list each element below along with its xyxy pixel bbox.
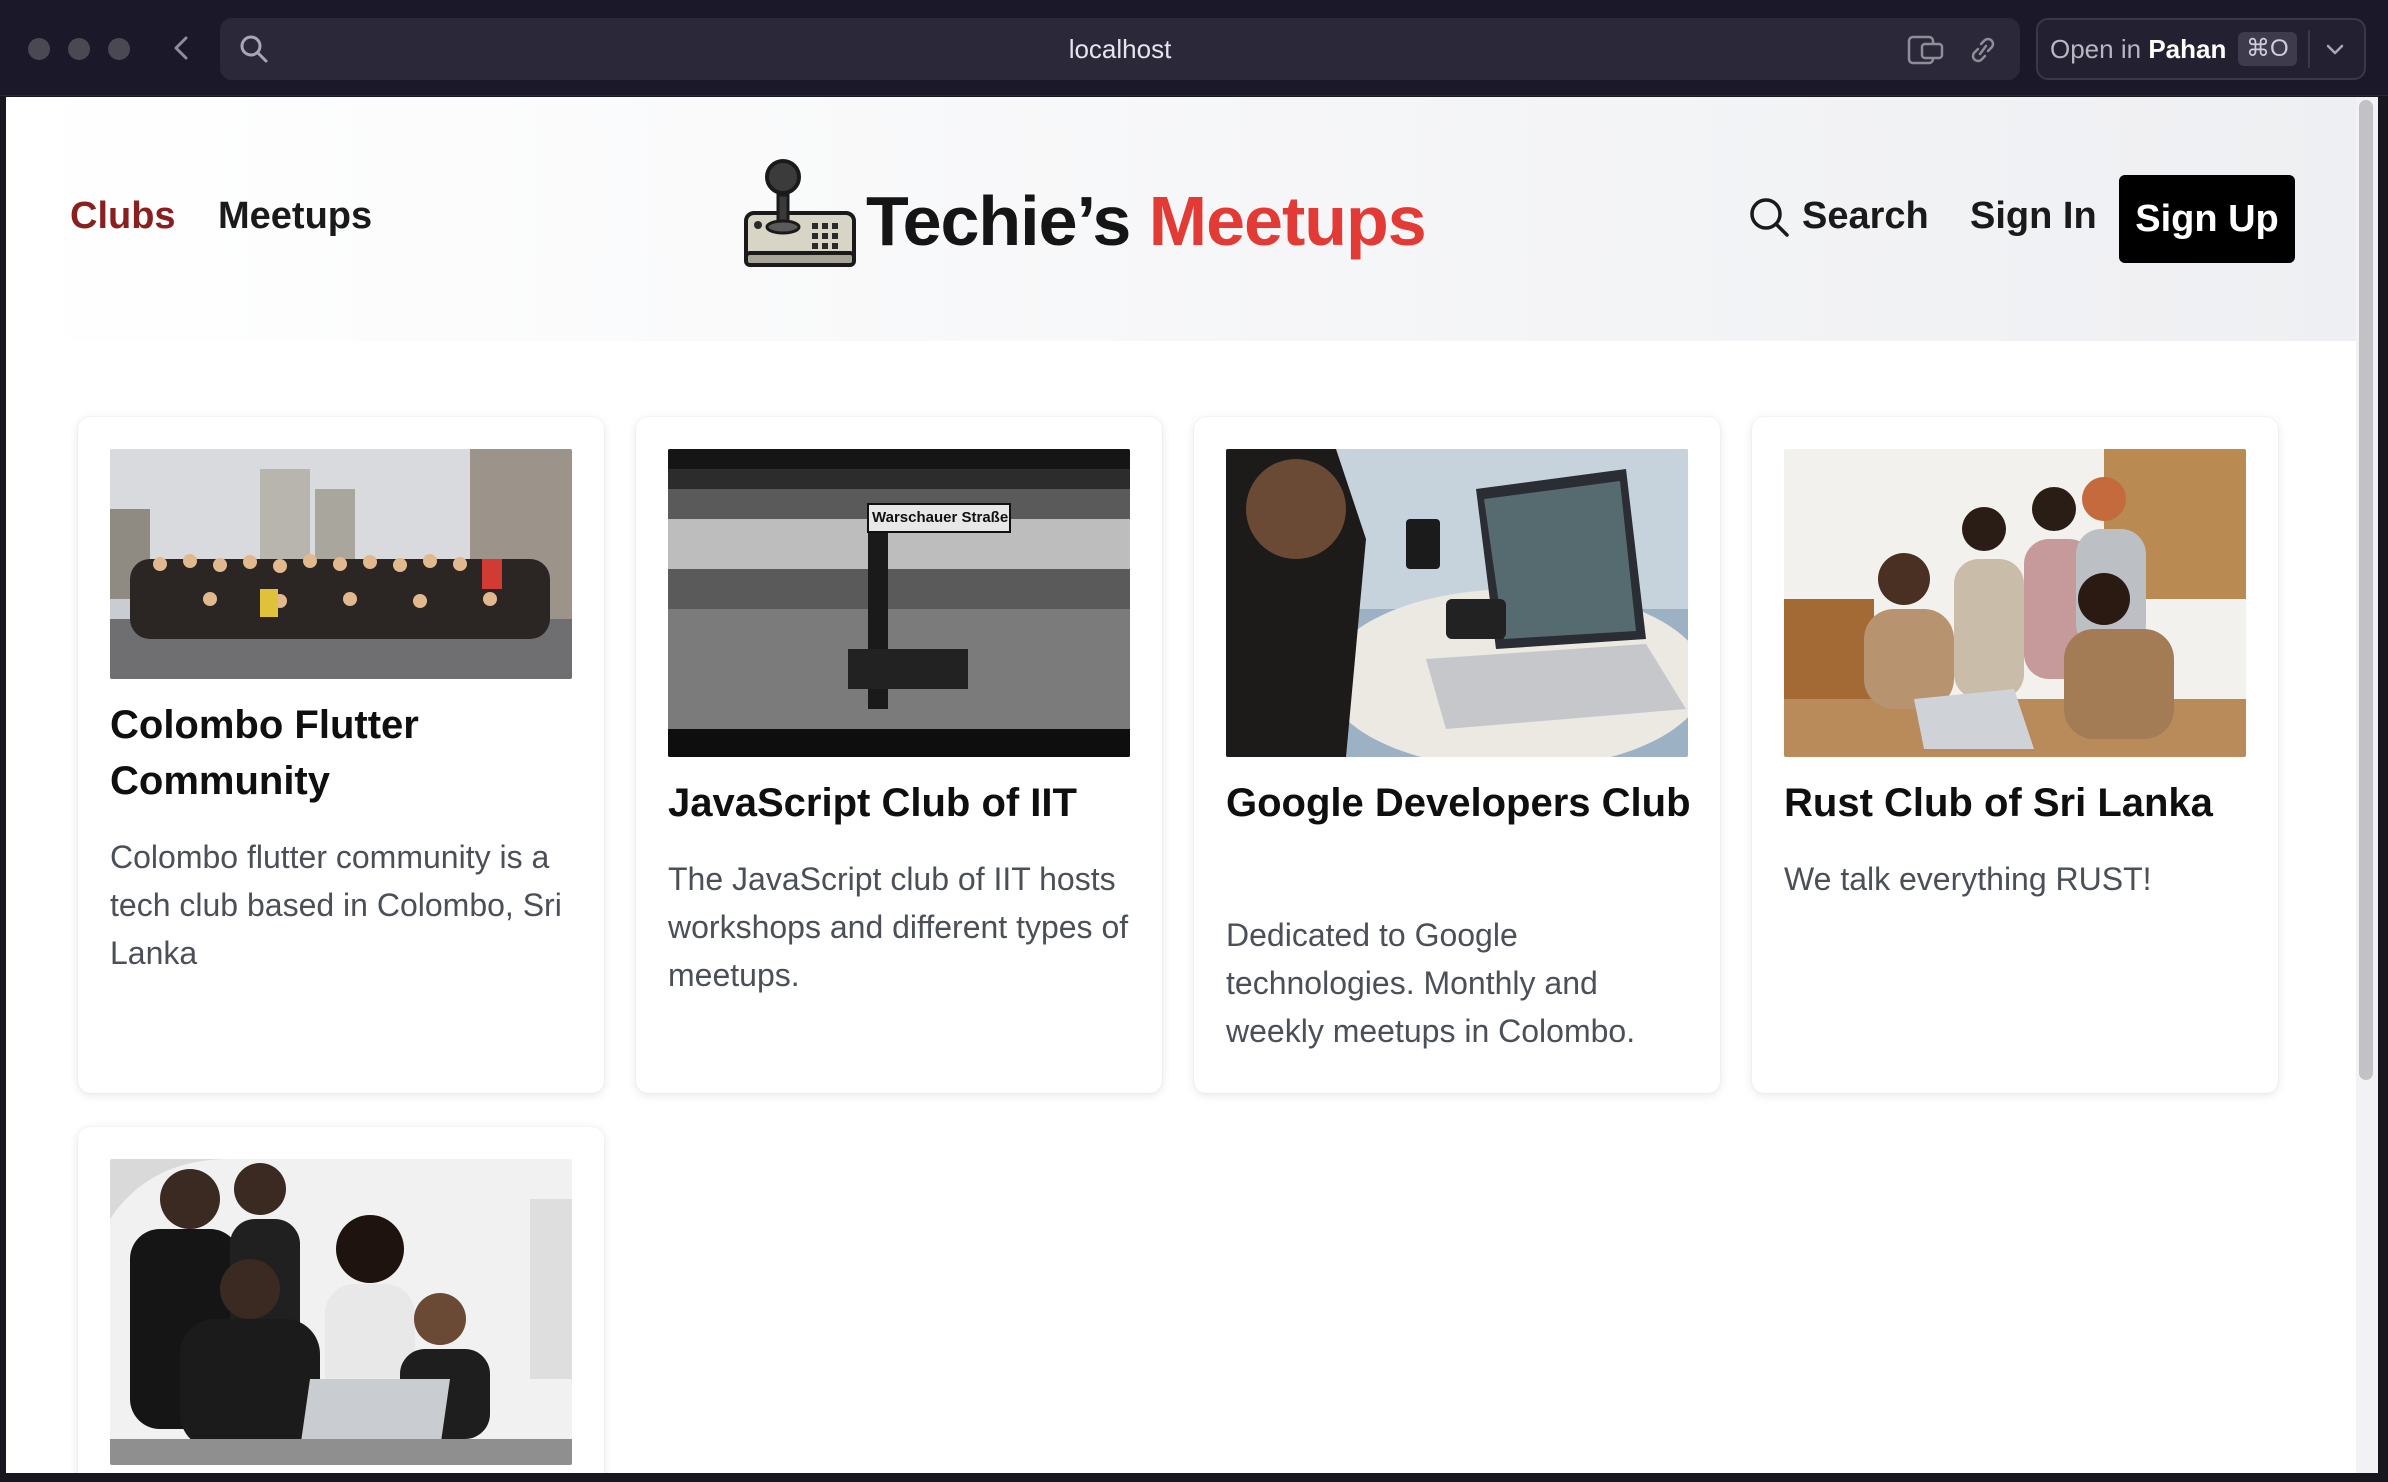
browser-toolbar: localhost Open in Pahan ⌘O [0,0,2388,96]
link-icon[interactable] [1966,34,2000,71]
club-card[interactable]: Google Developers Club Dedicated to Goog… [1194,417,1720,1093]
chevron-down-icon[interactable] [2322,36,2348,69]
club-card[interactable]: Colombo Flutter Community Colombo flutte… [78,417,604,1093]
club-image-team-working [110,1159,572,1465]
search-label: Search [1802,195,1929,237]
shortcut-badge: ⌘O [2238,32,2297,66]
search-link[interactable]: Search [1748,195,1929,238]
club-description: The JavaScript club of IIT hosts worksho… [668,861,1129,993]
site-logo-text[interactable]: Techie’s Meetups [866,181,1427,261]
zoom-window-button[interactable] [108,38,130,60]
club-description: We talk everything RUST! [1784,861,2152,897]
club-description: Dedicated to Google technologies. Monthl… [1226,917,1636,1049]
club-title[interactable]: JavaScript Club of IIT [668,775,1138,831]
club-image-train-station: Warschauer Straße [668,449,1130,757]
joystick-logo-icon[interactable] [738,155,858,275]
logo-text-part1: Techie’s [866,182,1131,260]
back-button[interactable] [168,30,194,66]
search-icon [1750,197,1789,237]
open-in-app-name: Pahan [2148,34,2227,64]
sign-in-link[interactable]: Sign In [1970,195,2097,238]
station-sign-text: Warschauer Straße [872,509,1009,526]
open-in-app-button[interactable]: Open in Pahan ⌘O [2036,18,2366,80]
close-window-button[interactable] [28,38,50,60]
site-header: Clubs Meetups Techie’s Meetups Search Si… [6,97,2356,341]
club-image-group-photo [110,449,572,679]
club-image-laptop-cafe [1226,449,1688,757]
scrollbar-thumb[interactable] [2359,100,2373,1080]
club-title[interactable]: Google Developers Club [1226,775,1696,831]
club-description: Colombo flutter community is a tech club… [110,839,562,971]
page-viewport: Clubs Meetups Techie’s Meetups Search Si… [6,97,2356,1473]
divider [2308,30,2310,68]
chevron-left-icon [174,36,188,60]
club-card[interactable]: Warschauer Straße JavaScript Club of IIT… [636,417,1162,1093]
logo-text-part2: Meetups [1148,182,1427,260]
open-in-label: Open in [2050,34,2142,64]
minimize-window-button[interactable] [68,38,90,60]
address-bar[interactable]: localhost [220,18,2020,80]
club-card[interactable]: Rust Club of Sri Lanka We talk everythin… [1752,417,2278,1093]
club-image-team-laptop [1784,449,2246,757]
club-title[interactable]: Rust Club of Sri Lanka [1784,775,2254,831]
nav-clubs-link[interactable]: Clubs [70,195,176,238]
url-text: localhost [1068,34,1172,64]
club-card[interactable] [78,1127,604,1473]
sign-up-button[interactable]: Sign Up [2119,175,2295,263]
nav-meetups-link[interactable]: Meetups [218,195,372,238]
cast-icon[interactable] [1906,34,1946,71]
club-title[interactable]: Colombo Flutter Community [110,697,580,809]
